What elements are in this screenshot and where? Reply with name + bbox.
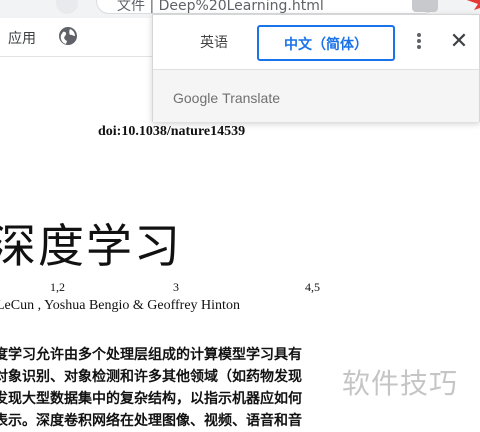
bookmark-apps[interactable]: 应用 [8, 28, 36, 48]
globe-icon[interactable] [58, 26, 78, 46]
abstract-line: 表示。深度卷积网络在处理图像、视频、语音和音 [0, 413, 302, 429]
abstract-text: 度学习允许由多个处理层组成的计算模型学习具有 对象识别、对象检测和许多其他领域（… [0, 344, 344, 432]
back-button[interactable] [56, 0, 78, 14]
translate-popup-header: 英语 中文（简体） ✕ [153, 15, 479, 69]
address-bar[interactable]: 文件 | Deep%20Learning.html [96, 0, 436, 14]
watermark: 软件技巧 [342, 367, 459, 400]
source-language-tab[interactable]: 英语 [173, 25, 255, 61]
red-arrow-annotation [466, 0, 480, 10]
google-translate-logo: Google Translate [173, 90, 280, 106]
author-list: LeCun , Yoshua Bengio & Geoffrey Hinton [0, 298, 240, 313]
doi-text: doi:10.1038/nature14539 [98, 124, 246, 139]
abstract-line: 度学习允许由多个处理层组成的计算模型学习具有 [0, 347, 302, 363]
abstract-line: 发现大型数据集中的复杂结构，以指示机器应如何 [0, 391, 302, 407]
address-text: 文件 | Deep%20Learning.html [117, 0, 324, 14]
translate-popup: 英语 中文（简体） ✕ Google Translate [152, 14, 480, 122]
google-logo-text: Google [173, 90, 219, 106]
more-options-icon[interactable] [409, 31, 429, 55]
page-title: 深度学习 [0, 219, 182, 273]
author-superscript: 1,2 [50, 280, 65, 294]
translate-icon[interactable] [412, 0, 438, 12]
author-superscript: 4,5 [305, 280, 320, 294]
close-icon[interactable]: ✕ [447, 29, 471, 55]
translate-popup-footer: Google Translate [153, 70, 479, 122]
author-superscript: 3 [173, 280, 179, 294]
abstract-line: 对象识别、对象检测和许多其他领域（如药物发现 [0, 369, 302, 385]
target-language-tab[interactable]: 中文（简体） [257, 25, 395, 61]
translate-logo-text: Translate [222, 90, 280, 106]
